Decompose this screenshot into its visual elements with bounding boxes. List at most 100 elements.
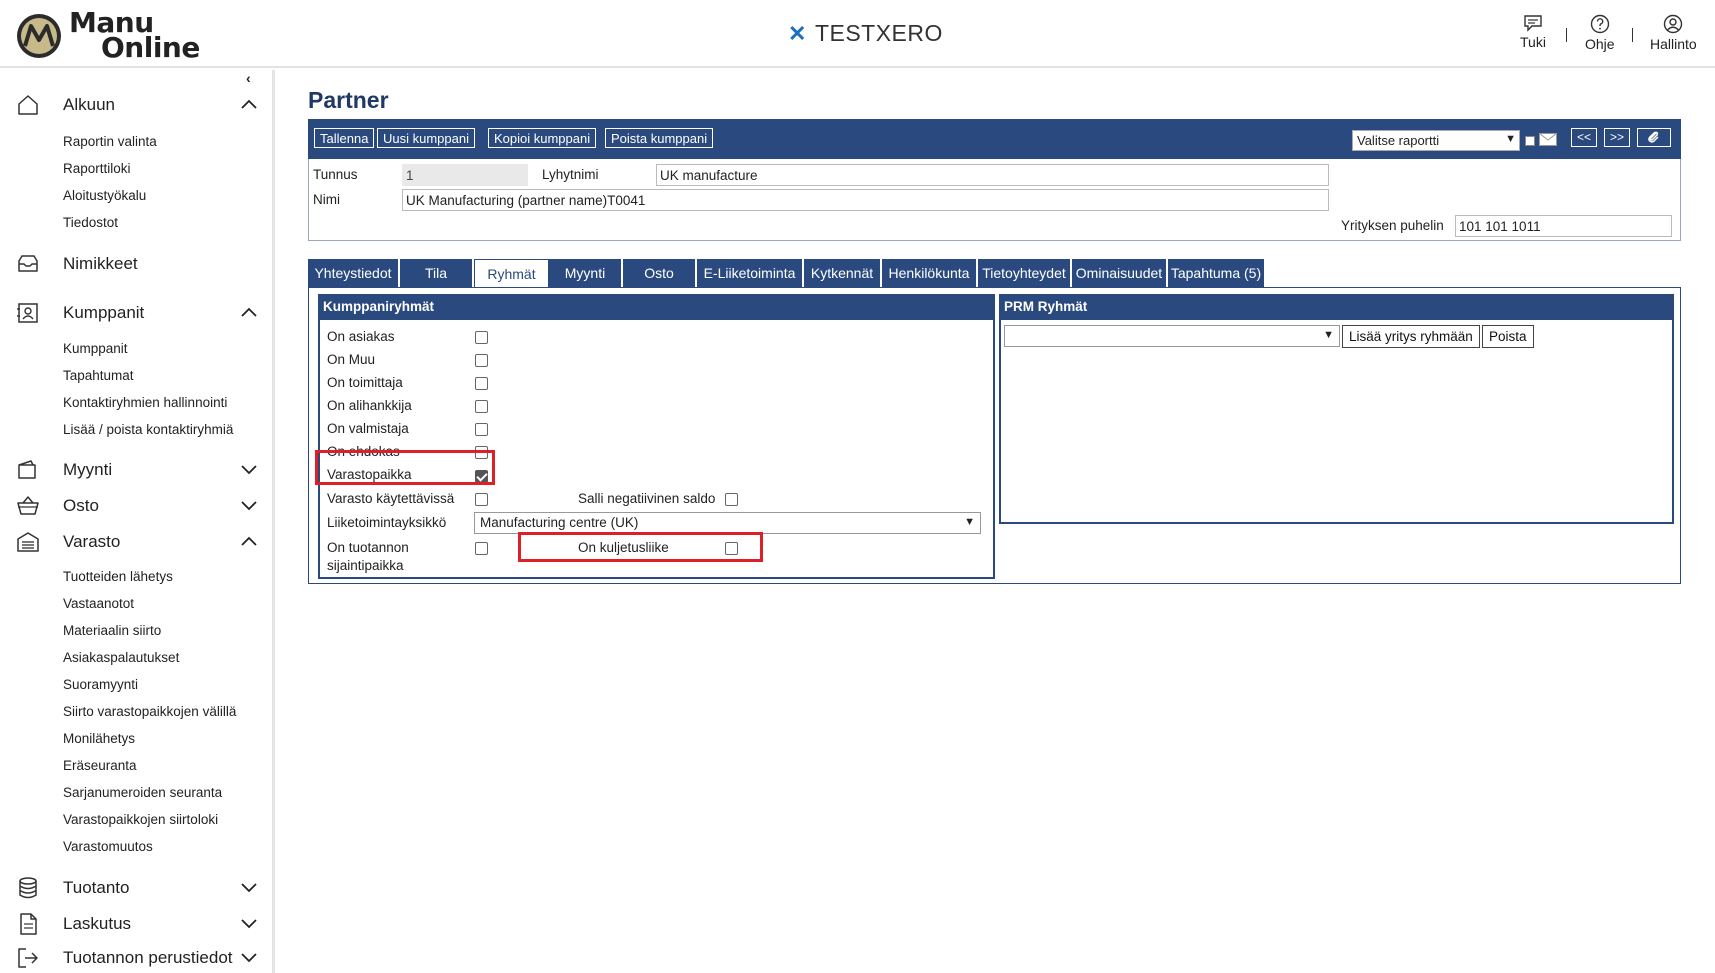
sidebar-section-kumppanit[interactable]: Kumppanit <box>0 299 272 329</box>
tab-yhteystiedot[interactable]: Yhteystiedot <box>308 259 400 287</box>
tab-osto[interactable]: Osto <box>623 259 697 287</box>
sidebar-item-kontaktiryhmien-hallinnointi[interactable]: Kontaktiryhmien hallinnointi <box>63 395 227 410</box>
sidebar-item-sarjanumeroiden-seuranta[interactable]: Sarjanumeroiden seuranta <box>63 785 222 800</box>
sidebar-item-eraseuranta[interactable]: Eräseuranta <box>63 758 137 773</box>
sidebar-section-myynti[interactable]: Myynti <box>0 456 272 486</box>
report-checkbox[interactable] <box>1525 136 1535 146</box>
report-select[interactable]: Valitse raportti ▼ <box>1352 130 1520 151</box>
delete-partner-button[interactable]: Poista kumppani <box>605 128 714 148</box>
tab-tapahtuma[interactable]: Tapahtuma (5) <box>1168 259 1266 287</box>
prm-group-select[interactable]: ▼ <box>1004 325 1340 347</box>
sidebar-section-label: Kumppanit <box>63 303 145 322</box>
sidebar-section-laskutus[interactable]: Laskutus <box>0 910 272 940</box>
lyhytnimi-field[interactable]: UK manufacture <box>656 164 1329 186</box>
sidebar-section-varasto[interactable]: Varasto <box>0 528 272 558</box>
company-name: ✕ TESTXERO <box>788 20 943 47</box>
puhelin-field[interactable]: 101 101 1011 <box>1455 215 1672 237</box>
sidebar-section-alkuun[interactable]: Alkuun <box>0 91 272 121</box>
support-button[interactable]: Tuki <box>1520 14 1546 50</box>
on-alihankkija-label: On alihankkija <box>327 398 412 413</box>
app-logo[interactable]: Manu Online <box>15 9 215 62</box>
on-alihankkija-checkbox[interactable] <box>475 400 488 413</box>
sidebar-item-tapahtumat[interactable]: Tapahtumat <box>63 368 134 383</box>
sidebar-item-raportin-valinta[interactable]: Raportin valinta <box>63 134 157 149</box>
xero-icon: ✕ <box>788 21 807 46</box>
save-button[interactable]: Tallenna <box>314 128 375 148</box>
sidebar-item-monilahetys[interactable]: Monilähetys <box>63 731 135 746</box>
sidebar-item-siirto-varastopaikkojen-valilla[interactable]: Siirto varastopaikkojen välillä <box>63 704 236 719</box>
chevron-down-icon: ▼ <box>1323 329 1334 341</box>
report-select-value: Valitse raportti <box>1357 133 1440 148</box>
business-unit-select[interactable]: Manufacturing centre (UK) ▼ <box>474 512 981 534</box>
tab-ominaisuudet[interactable]: Ominaisuudet <box>1072 259 1168 287</box>
inbox-icon <box>18 255 38 272</box>
on-valmistaja-checkbox[interactable] <box>475 423 488 436</box>
business-unit-label: Liiketoimintayksikkö <box>327 515 447 530</box>
tab-ryhmat[interactable]: Ryhmät <box>474 259 549 288</box>
tab-myynti[interactable]: Myynti <box>549 259 623 287</box>
nimi-field[interactable]: UK Manufacturing (partner name)T0041 <box>402 189 1329 211</box>
on-toimittaja-checkbox[interactable] <box>475 377 488 390</box>
tab-tila[interactable]: Tila <box>400 259 474 287</box>
separator <box>1632 28 1633 42</box>
home-icon <box>18 95 38 115</box>
remove-group-button[interactable]: Poista <box>1482 325 1534 348</box>
help-label: Ohje <box>1585 36 1615 52</box>
help-button[interactable]: Ohje <box>1585 14 1615 52</box>
sidebar-item-materiaalin-siirto[interactable]: Materiaalin siirto <box>63 623 161 638</box>
chevron-down-icon <box>241 919 257 929</box>
sidebar-item-vastaanotot[interactable]: Vastaanotot <box>63 596 134 611</box>
sidebar-section-tuotannon-perustiedot[interactable]: Tuotannon perustiedot <box>0 944 272 973</box>
add-to-group-button[interactable]: Lisää yritys ryhmään <box>1342 325 1480 348</box>
sidebar-item-tuotteiden-lahetys[interactable]: Tuotteiden lähetys <box>63 569 173 584</box>
sidebar-section-label: Tuotannon perustiedot <box>63 948 233 967</box>
tunnus-field: 1 <box>402 164 528 186</box>
partner-header-panel: Tunnus 1 Lyhytnimi UK manufacture Nimi U… <box>308 159 1681 241</box>
sidebar-section-label: Alkuun <box>63 95 115 114</box>
collapse-sidebar-icon[interactable]: ‹ <box>246 70 251 86</box>
on-muu-label: On Muu <box>327 352 376 367</box>
sidebar-item-varastomuutos[interactable]: Varastomuutos <box>63 839 153 854</box>
on-muu-checkbox[interactable] <box>475 354 488 367</box>
sidebar-item-suoramyynti[interactable]: Suoramyynti <box>63 677 138 692</box>
highlight-box <box>315 450 495 485</box>
user-icon <box>1664 14 1683 34</box>
next-button[interactable]: >> <box>1604 128 1631 147</box>
negative-balance-checkbox[interactable] <box>725 493 738 506</box>
negative-balance-label: Salli negatiivinen saldo <box>578 491 716 506</box>
tab-kytkennat[interactable]: Kytkennät <box>804 259 882 287</box>
sidebar-item-kumppanit[interactable]: Kumppanit <box>63 341 128 356</box>
varasto-kaytettavissa-checkbox[interactable] <box>475 493 488 506</box>
chevron-up-icon <box>241 99 257 109</box>
page-title: Partner <box>308 87 389 113</box>
sidebar-section-osto[interactable]: Osto <box>0 492 272 522</box>
previous-button[interactable]: << <box>1571 128 1598 147</box>
attach-button[interactable] <box>1637 128 1671 147</box>
sidebar-item-raporttiloki[interactable]: Raporttiloki <box>63 161 131 176</box>
copy-partner-button[interactable]: Kopioi kumppani <box>488 128 597 148</box>
sidebar-item-tiedostot[interactable]: Tiedostot <box>63 215 118 230</box>
admin-label: Hallinto <box>1650 36 1697 52</box>
admin-button[interactable]: Hallinto <box>1650 14 1697 52</box>
mail-icon[interactable] <box>1539 133 1557 146</box>
document-icon <box>20 913 37 935</box>
prm-groups-title: PRM Ryhmät <box>1001 296 1672 320</box>
sidebar-item-varastopaikkojen-siirtoloki[interactable]: Varastopaikkojen siirtoloki <box>63 812 218 827</box>
company-label: TESTXERO <box>814 20 943 46</box>
production-location-checkbox[interactable] <box>475 542 488 555</box>
on-toimittaja-label: On toimittaja <box>327 375 403 390</box>
tab-tietoyhteydet[interactable]: Tietoyhteydet <box>978 259 1072 287</box>
sidebar-section-tuotanto[interactable]: Tuotanto <box>0 874 272 904</box>
sidebar-section-nimikkeet[interactable]: Nimikkeet <box>0 250 272 280</box>
wallet-icon <box>18 460 36 479</box>
sidebar-item-lisaa-poista-kontaktiryhmia[interactable]: Lisää / poista kontaktiryhmiä <box>63 422 233 437</box>
sidebar-section-label: Osto <box>63 496 99 515</box>
new-partner-button[interactable]: Uusi kumppani <box>377 128 475 148</box>
on-asiakas-checkbox[interactable] <box>475 331 488 344</box>
tab-henkilokunta[interactable]: Henkilökunta <box>882 259 978 287</box>
chat-icon <box>1524 15 1542 32</box>
sidebar-item-asiakaspalautukset[interactable]: Asiakaspalautukset <box>63 650 179 665</box>
tab-e-liiketoiminta[interactable]: E-Liiketoiminta <box>697 259 804 287</box>
sidebar-item-aloitustyokalu[interactable]: Aloitustyökalu <box>63 188 146 203</box>
production-location-label-line2: sijaintipaikka <box>327 558 404 573</box>
